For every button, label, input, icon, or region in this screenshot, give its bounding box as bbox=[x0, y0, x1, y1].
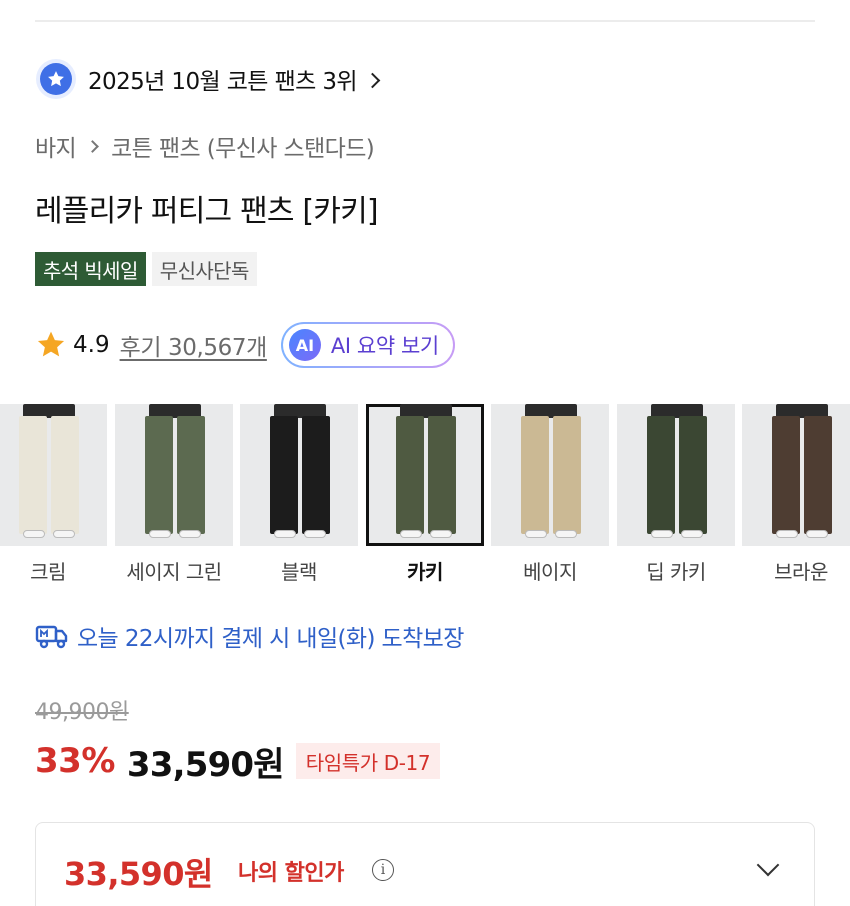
color-swatch-image bbox=[240, 404, 358, 546]
my-price-label: 나의 할인가 bbox=[238, 861, 344, 886]
color-swatch-image bbox=[491, 404, 609, 546]
ai-summary-button[interactable]: AI AI 요약 보기 bbox=[280, 322, 455, 368]
color-swatch[interactable]: 베이지 bbox=[491, 404, 609, 584]
color-swatch-label: 딥 카키 bbox=[646, 560, 706, 584]
color-swatch-image bbox=[0, 404, 107, 546]
ai-summary-label: AI 요약 보기 bbox=[330, 334, 439, 358]
star-icon bbox=[37, 331, 65, 357]
color-swatch-label: 블랙 bbox=[281, 560, 317, 584]
sale-badge: 추석 빅세일 bbox=[35, 252, 146, 286]
my-price-amount: 33,590원 bbox=[64, 855, 213, 893]
chevron-right-icon bbox=[86, 139, 99, 153]
delivery-truck-icon bbox=[35, 625, 68, 649]
breadcrumb-category[interactable]: 바지 bbox=[35, 129, 77, 163]
ranking-link[interactable]: 2025년 10월 코튼 팬츠 3위 bbox=[36, 58, 381, 100]
color-swatch-label: 베이지 bbox=[523, 560, 577, 584]
color-swatch-image bbox=[115, 404, 233, 546]
color-swatch-image bbox=[617, 404, 735, 546]
top-divider bbox=[35, 20, 815, 22]
breadcrumb-subcategory[interactable]: 코튼 팬츠 (무신사 스탠다드) bbox=[111, 129, 375, 163]
exclusive-badge: 무신사단독 bbox=[151, 252, 257, 286]
delivery-text: 오늘 22시까지 결제 시 내일(화) 도착보장 bbox=[77, 626, 464, 652]
color-swatch-image bbox=[366, 404, 484, 546]
product-title: 레플리카 퍼티그 팬츠 [카키] bbox=[35, 194, 379, 229]
color-swatch-label: 브라운 bbox=[774, 560, 828, 584]
badge-row: 추석 빅세일 무신사단독 bbox=[35, 252, 257, 286]
color-swatch-label: 카키 bbox=[407, 560, 443, 584]
original-price: 49,900원 bbox=[35, 700, 129, 725]
color-swatch[interactable]: 세이지 그린 bbox=[115, 404, 233, 584]
my-discount-price-panel[interactable]: 33,590원 나의 할인가 i bbox=[35, 822, 815, 906]
breadcrumb: 바지 코튼 팬츠 (무신사 스탠다드) bbox=[35, 128, 375, 164]
price-row: 33% 33,590원 타임특가 D-17 bbox=[35, 738, 441, 785]
color-swatch-image bbox=[742, 404, 850, 546]
chevron-down-icon bbox=[756, 853, 780, 877]
star-badge-icon bbox=[36, 59, 76, 99]
ai-icon: AI bbox=[288, 329, 321, 361]
color-swatch[interactable]: 딥 카키 bbox=[617, 404, 735, 584]
color-swatch[interactable]: 브라운 bbox=[742, 404, 850, 584]
discount-rate: 33% bbox=[35, 741, 115, 781]
time-deal-badge: 타임특가 D-17 bbox=[295, 743, 441, 779]
color-swatch[interactable]: 크림 bbox=[0, 404, 107, 584]
ranking-text: 2025년 10월 코튼 팬츠 3위 bbox=[88, 69, 358, 95]
color-swatch[interactable]: 카키 bbox=[366, 404, 484, 584]
color-swatch[interactable]: 블랙 bbox=[240, 404, 358, 584]
color-swatch-label: 크림 bbox=[30, 560, 66, 584]
delivery-guarantee: 오늘 22시까지 결제 시 내일(화) 도착보장 bbox=[35, 618, 464, 654]
review-count-link[interactable]: 후기 30,567개 bbox=[120, 328, 268, 362]
rating-row: 4.9 후기 30,567개 AI AI 요약 보기 bbox=[35, 322, 455, 368]
color-swatch-carousel[interactable]: 크림 세이지 그린 블랙 카키 베이지 딥 카키 브라운 bbox=[0, 404, 850, 589]
info-icon[interactable]: i bbox=[372, 859, 394, 881]
chevron-right-icon bbox=[364, 72, 381, 88]
sale-price: 33,590원 bbox=[126, 744, 285, 785]
rating-score: 4.9 bbox=[73, 332, 110, 358]
color-swatch-label: 세이지 그린 bbox=[126, 560, 222, 584]
